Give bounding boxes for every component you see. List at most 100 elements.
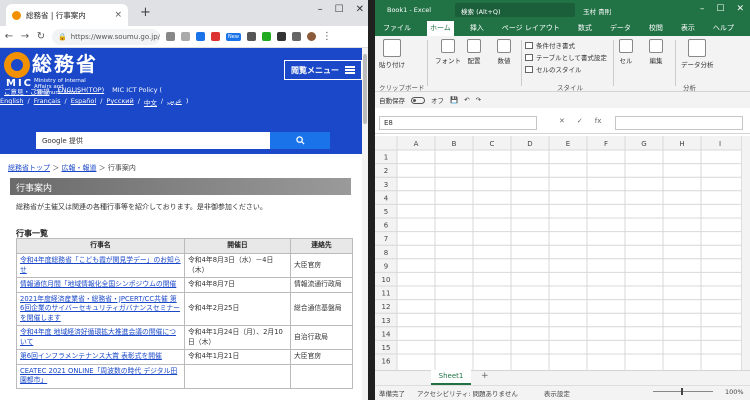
share-icon[interactable]	[166, 32, 175, 41]
conditional-format-button[interactable]: 条件付き書式	[525, 40, 575, 50]
column-header-G[interactable]: G	[641, 140, 646, 148]
tab-home[interactable]: ホーム	[427, 21, 454, 36]
lang-link-arabic[interactable]: عربي	[167, 97, 182, 107]
close-window-button[interactable]: ✕	[356, 4, 364, 15]
tab-file[interactable]: ファイル	[381, 23, 413, 36]
row-header-2[interactable]: 2	[384, 167, 388, 175]
reload-icon[interactable]: ↻	[36, 31, 46, 42]
breadcrumb-press[interactable]: 広報・報道	[61, 164, 96, 172]
event-link[interactable]: 2021年度経済産業省・総務省・JPCERT/CC共催 第6回企業のサイバーセキ…	[20, 295, 180, 322]
search-input[interactable]: Google 提供	[36, 136, 270, 146]
sheet-vertical-scrollbar[interactable]	[741, 136, 750, 370]
breadcrumb-home[interactable]: 総務省トップ	[8, 164, 50, 172]
ict-policy-link[interactable]: MIC ICT Policy (	[112, 86, 162, 96]
address-bar[interactable]: 🔒 https://www.soumu.go.jp/...	[52, 28, 160, 45]
site-name[interactable]: 総務省	[32, 48, 98, 77]
column-header-H[interactable]: H	[679, 140, 684, 148]
lang-link-spanish[interactable]: Español	[71, 97, 97, 107]
browse-menu-button[interactable]: 閲覧メニュー	[284, 60, 362, 80]
formula-input[interactable]	[615, 116, 743, 130]
redo-icon[interactable]: ↷	[476, 96, 481, 104]
browser-tab[interactable]: 総務省 | 行事案内 ×	[6, 4, 128, 26]
row-header-16[interactable]: 16	[382, 358, 391, 366]
insert-function-icon[interactable]: fx	[595, 117, 602, 125]
row-header-13[interactable]: 13	[382, 317, 391, 325]
row-header-10[interactable]: 10	[382, 276, 391, 284]
data-analysis-button[interactable]: データ分析	[681, 39, 714, 69]
paste-button[interactable]: 貼り付け	[379, 39, 405, 69]
undo-icon[interactable]: ↶	[464, 96, 469, 104]
zoom-slider-thumb[interactable]	[681, 388, 683, 395]
sidepanel-icon[interactable]	[291, 32, 301, 41]
english-top-link[interactable]: ENGLISH(TOP)	[58, 86, 105, 96]
sheet-tab[interactable]: Sheet1	[431, 370, 471, 385]
autosave-toggle[interactable]	[411, 96, 425, 104]
minimize-button[interactable]: –	[318, 4, 323, 15]
enter-icon[interactable]: ✓	[577, 117, 583, 125]
tab-data[interactable]: データ	[608, 23, 633, 36]
lang-link-chinese[interactable]: 中文	[144, 97, 157, 107]
alignment-button[interactable]: 配置	[467, 39, 481, 65]
editing-button[interactable]: 編集	[649, 39, 663, 65]
tab-page-layout[interactable]: ページ レイアウト	[500, 23, 562, 36]
event-link[interactable]: 第6回インフラメンテナンス大賞 表彰式を開催	[20, 352, 162, 360]
column-header-C[interactable]: C	[490, 140, 495, 148]
display-settings[interactable]: 表示設定	[544, 388, 570, 398]
row-header-3[interactable]: 3	[384, 181, 388, 189]
row-header-12[interactable]: 12	[382, 303, 391, 311]
maximize-button[interactable]: ☐	[716, 4, 724, 14]
cancel-icon[interactable]: ✕	[559, 117, 565, 125]
extension-icon[interactable]	[196, 32, 205, 41]
column-header-B[interactable]: B	[452, 140, 457, 148]
row-header-7[interactable]: 7	[384, 235, 388, 243]
cells-button[interactable]: セル	[619, 39, 633, 65]
feedback-link[interactable]: ご意見・ご要望	[4, 86, 50, 96]
row-header-5[interactable]: 5	[384, 208, 388, 216]
row-header-1[interactable]: 1	[384, 154, 388, 162]
excel-search-box[interactable]: 検索 (Alt+Q)	[455, 3, 575, 17]
worksheet-grid[interactable]: A B C D E F G H I 1 2 3 4 5 6 7 8 9 10 11 12 13 14 15 16	[375, 136, 741, 370]
tab-close-icon[interactable]: ×	[114, 10, 122, 20]
row-header-6[interactable]: 6	[384, 222, 389, 230]
extension-icon[interactable]	[211, 32, 220, 41]
maximize-button[interactable]: ☐	[335, 4, 344, 15]
mic-logo-icon[interactable]	[4, 52, 30, 78]
format-as-table-button[interactable]: テーブルとして書式設定	[525, 52, 607, 62]
row-header-14[interactable]: 14	[382, 330, 391, 338]
new-badge[interactable]: New	[226, 32, 241, 41]
tab-insert[interactable]: 挿入	[468, 23, 486, 36]
row-header-11[interactable]: 11	[382, 290, 391, 298]
font-button[interactable]: フォント	[435, 39, 461, 65]
add-sheet-button[interactable]: +	[481, 371, 489, 381]
column-header-F[interactable]: F	[604, 140, 608, 148]
extension-icon[interactable]	[246, 32, 256, 41]
forward-icon[interactable]: →	[20, 31, 30, 42]
tab-help[interactable]: ヘルプ	[711, 23, 736, 36]
row-header-15[interactable]: 15	[382, 344, 391, 352]
row-header-9[interactable]: 9	[384, 262, 388, 270]
avatar[interactable]	[306, 32, 316, 41]
cell-styles-button[interactable]: セルのスタイル	[525, 64, 582, 74]
zoom-slider[interactable]	[653, 391, 713, 392]
event-link[interactable]: 令和4年度 地域経済好循環拡大推進会議の開催について	[20, 328, 176, 346]
number-button[interactable]: 数値	[497, 39, 511, 65]
puzzle-icon[interactable]	[276, 32, 286, 41]
minimize-button[interactable]: –	[700, 4, 705, 14]
zoom-level[interactable]: 100%	[725, 388, 744, 396]
row-header-8[interactable]: 8	[384, 249, 388, 257]
event-link[interactable]: 令和4年度総務省「こども霞が関見学デー」のお知らせ	[20, 256, 181, 274]
column-header-D[interactable]: D	[527, 140, 532, 148]
extension-icon[interactable]	[261, 32, 271, 41]
lang-link-russian[interactable]: Русский	[106, 97, 133, 107]
column-header-E[interactable]: E	[566, 140, 570, 148]
back-icon[interactable]: ←	[4, 31, 14, 42]
page-scrollbar-thumb[interactable]	[363, 54, 367, 124]
close-window-button[interactable]: ✕	[736, 4, 744, 14]
accessibility-status[interactable]: アクセシビリティ: 問題ありません	[417, 388, 518, 398]
kebab-menu-icon[interactable]: ⋮	[322, 31, 332, 42]
column-header-A[interactable]: A	[414, 140, 419, 148]
lang-link-french[interactable]: Français	[34, 97, 61, 107]
search-button[interactable]	[270, 132, 330, 149]
new-tab-button[interactable]: +	[140, 5, 151, 20]
tab-review[interactable]: 校閲	[647, 23, 665, 36]
